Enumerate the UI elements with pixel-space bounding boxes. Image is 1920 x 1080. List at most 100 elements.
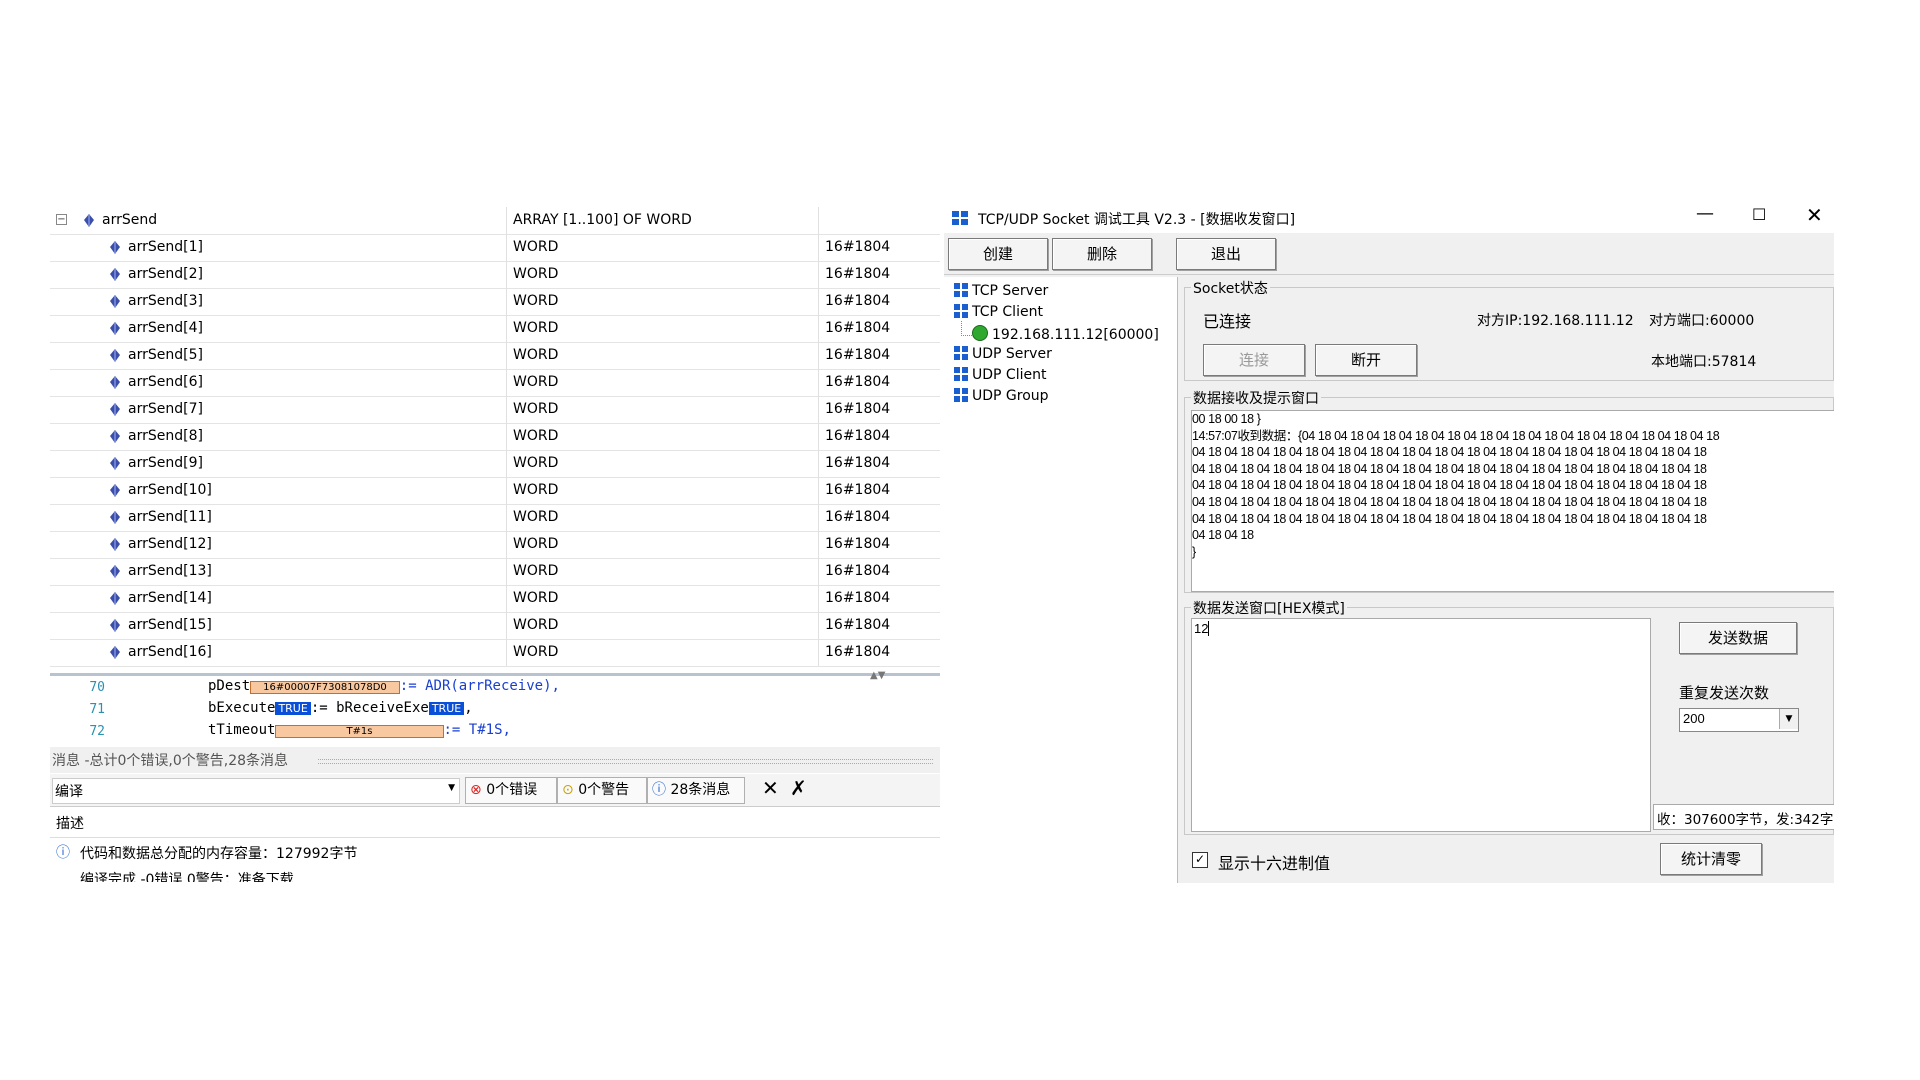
chevron-down-icon[interactable]: ▼ xyxy=(1779,709,1798,729)
watch-row[interactable]: arrSend[1] WORD 16#1804 xyxy=(50,234,940,262)
value-cell: 16#1804 xyxy=(825,293,891,309)
type-cell: WORD xyxy=(507,288,819,315)
tree-item-connection[interactable]: 192.168.111.12[60000] xyxy=(972,325,1159,343)
column-header: 描述 xyxy=(50,807,940,838)
name-cell: − arrSend xyxy=(50,207,507,234)
name-cell: arrSend[2] xyxy=(50,261,507,288)
warnings-filter-button[interactable]: ⊙ 0个警告 xyxy=(557,777,647,804)
message-row[interactable]: 编译完成 -0错误,0警告：准备下载 xyxy=(50,865,940,882)
network-icon xyxy=(954,388,968,402)
watch-row[interactable]: arrSend[4] WORD 16#1804 xyxy=(50,315,940,343)
errors-filter-button[interactable]: ⊗ 0个错误 xyxy=(465,777,557,804)
message-header: 消息 -总计0个错误,0个警告,28条消息 xyxy=(50,747,940,773)
create-button[interactable]: 创建 xyxy=(948,238,1048,270)
watch-row[interactable]: arrSend[12] WORD 16#1804 xyxy=(50,531,940,559)
name-cell: arrSend[15] xyxy=(50,612,507,639)
line-number: 72 xyxy=(89,724,105,739)
clear-icon[interactable]: ✕ xyxy=(762,776,779,800)
receive-line: 04 18 04 18 04 18 04 18 04 18 04 18 04 1… xyxy=(1192,461,1707,476)
value-cell: 16#1804 xyxy=(825,401,891,417)
minimize-icon[interactable]: — xyxy=(1696,203,1714,224)
type-cell: WORD xyxy=(507,261,819,288)
receive-group: 数据接收及提示窗口 00 18 00 18 } 14:57:07收到数据：{04 … xyxy=(1184,388,1834,593)
name-cell: arrSend[1] xyxy=(50,234,507,261)
type-cell: WORD xyxy=(507,612,819,639)
variable-icon xyxy=(110,592,120,605)
network-icon xyxy=(954,346,968,360)
code-line-71[interactable]: bExecute TRUE:= bReceiveExe TRUE, xyxy=(208,700,473,716)
watch-row[interactable]: arrSend[13] WORD 16#1804 xyxy=(50,558,940,586)
tree-item-tcp-server[interactable]: TCP Server xyxy=(954,283,1048,299)
type-cell: WORD xyxy=(507,585,819,612)
value-cell: 16#1804 xyxy=(825,617,891,633)
watch-row[interactable]: arrSend[5] WORD 16#1804 xyxy=(50,342,940,370)
show-hex-label: 显示十六进制值 xyxy=(1218,854,1331,873)
tree-item-udp-client[interactable]: UDP Client xyxy=(954,367,1046,383)
watch-row[interactable]: arrSend[7] WORD 16#1804 xyxy=(50,396,940,424)
repeat-count-select[interactable]: 200 ▼ xyxy=(1679,708,1799,732)
name-cell: arrSend[13] xyxy=(50,558,507,585)
watch-row-parent[interactable]: − arrSend ARRAY [1..100] OF WORD xyxy=(50,207,940,235)
variable-icon xyxy=(110,376,120,389)
tree-item-tcp-client[interactable]: TCP Client xyxy=(954,304,1043,320)
type-cell: WORD xyxy=(507,342,819,369)
show-hex-checkbox[interactable]: ✓ xyxy=(1192,852,1208,868)
watch-row[interactable]: arrSend[16] WORD 16#1804 xyxy=(50,639,940,667)
receive-line: } xyxy=(1192,544,1196,559)
watch-row[interactable]: arrSend[10] WORD 16#1804 xyxy=(50,477,940,505)
code-editor[interactable]: 70 pDest 16#00007F73081078D0:= ADR(arrRec… xyxy=(50,670,940,746)
connection-status: 已连接 xyxy=(1203,312,1252,331)
tree-item-udp-group[interactable]: UDP Group xyxy=(954,388,1049,404)
name-cell: arrSend[5] xyxy=(50,342,507,369)
watch-row[interactable]: arrSend[15] WORD 16#1804 xyxy=(50,612,940,640)
name-cell: arrSend[4] xyxy=(50,315,507,342)
name-cell: arrSend[12] xyxy=(50,531,507,558)
tree-item-udp-server[interactable]: UDP Server xyxy=(954,346,1052,362)
close-icon[interactable]: ✕ xyxy=(1806,203,1823,227)
maximize-icon[interactable]: ☐ xyxy=(1752,205,1766,224)
chevron-down-icon: ▼ xyxy=(448,783,455,793)
value-cell: 16#1804 xyxy=(825,509,891,525)
exit-button[interactable]: 退出 xyxy=(1176,238,1276,270)
message-row[interactable]: ⓘ 代码和数据总分配的内存容量：127992字节 xyxy=(50,839,940,865)
info-icon: ⓘ xyxy=(56,845,70,861)
watch-row[interactable]: arrSend[11] WORD 16#1804 xyxy=(50,504,940,532)
connect-button[interactable]: 连接 xyxy=(1203,344,1305,376)
variable-icon xyxy=(110,511,120,524)
disconnect-button[interactable]: 断开 xyxy=(1315,344,1417,376)
clear-stats-button[interactable]: 统计清零 xyxy=(1660,843,1762,875)
filter-clear-icon[interactable]: ✗ xyxy=(790,776,807,800)
category-select[interactable]: 编译 ▼ xyxy=(52,778,460,804)
delete-button[interactable]: 删除 xyxy=(1052,238,1152,270)
app-icon xyxy=(952,211,970,227)
value-cell: 16#1804 xyxy=(825,536,891,552)
watch-row[interactable]: arrSend[9] WORD 16#1804 xyxy=(50,450,940,478)
code-line-72[interactable]: tTimeout T#1s:= T#1S, xyxy=(208,722,511,738)
receive-line: 04 18 04 18 04 18 04 18 04 18 04 18 04 1… xyxy=(1192,445,1707,460)
scroll-arrows-icon[interactable]: ▲▼ xyxy=(870,670,885,681)
warning-icon: ⊙ xyxy=(562,782,574,798)
send-textarea[interactable]: 12 xyxy=(1191,618,1651,832)
type-cell: WORD xyxy=(507,234,819,261)
watch-row[interactable]: arrSend[6] WORD 16#1804 xyxy=(50,369,940,397)
variable-icon xyxy=(110,268,120,281)
variable-icon xyxy=(84,214,94,227)
receive-textarea[interactable]: 00 18 00 18 } 14:57:07收到数据：{04 18 04 18 0… xyxy=(1191,410,1834,592)
name-cell: arrSend[9] xyxy=(50,450,507,477)
code-line-70[interactable]: pDest 16#00007F73081078D0:= ADR(arrReceiv… xyxy=(208,678,560,694)
watch-row[interactable]: arrSend[14] WORD 16#1804 xyxy=(50,585,940,613)
receive-line: 04 18 04 18 04 18 04 18 04 18 04 18 04 1… xyxy=(1192,478,1707,493)
receive-line: 04 18 04 18 04 18 04 18 04 18 04 18 04 1… xyxy=(1192,511,1707,526)
watch-row[interactable]: arrSend[8] WORD 16#1804 xyxy=(50,423,940,451)
type-cell: WORD xyxy=(507,369,819,396)
send-data-button[interactable]: 发送数据 xyxy=(1679,622,1797,654)
watch-row[interactable]: arrSend[3] WORD 16#1804 xyxy=(50,288,940,316)
value-cell: 16#1804 xyxy=(825,239,891,255)
collapse-icon[interactable]: − xyxy=(56,214,67,225)
connection-tree: TCP Server TCP Client 192.168.111.12[600… xyxy=(944,277,1178,883)
receive-line: 04 18 04 18 xyxy=(1192,528,1254,543)
variable-icon xyxy=(110,538,120,551)
infos-filter-button[interactable]: ⓘ 28条消息 xyxy=(647,777,745,804)
value-cell: 16#1804 xyxy=(825,428,891,444)
watch-row[interactable]: arrSend[2] WORD 16#1804 xyxy=(50,261,940,289)
